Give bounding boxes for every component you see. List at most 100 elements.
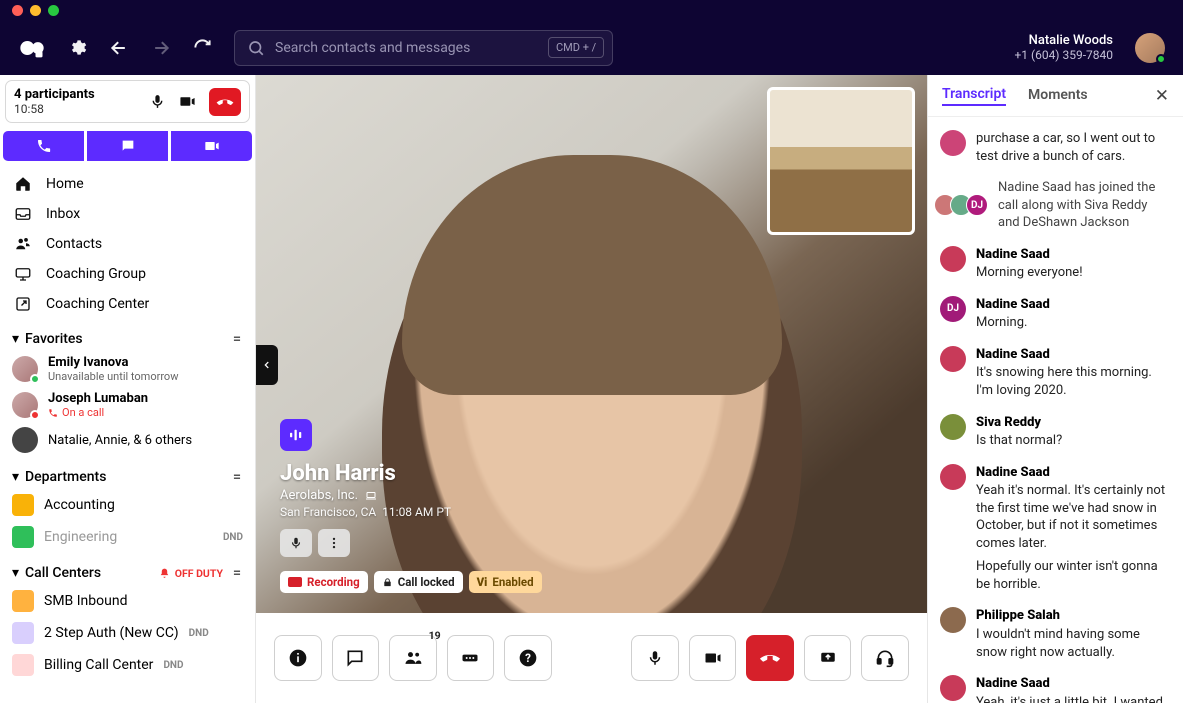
info-icon	[288, 648, 308, 668]
favorite-item[interactable]: Natalie, Annie, & 6 others	[10, 423, 245, 457]
participants-button[interactable]: 19	[389, 635, 437, 681]
call-controls-bar: 19 ?	[256, 613, 927, 703]
transcript-speaker: Nadine Saad	[976, 296, 1171, 314]
favorite-item[interactable]: Joseph LumabanOn a call	[10, 387, 245, 423]
department-item[interactable]: EngineeringDND	[10, 521, 245, 553]
nav-back-icon[interactable]	[109, 38, 129, 58]
presence-dot-icon	[30, 410, 40, 420]
nav-inbox[interactable]: Inbox	[10, 199, 245, 229]
nav-forward-icon	[151, 38, 171, 58]
mic-icon[interactable]	[149, 93, 166, 110]
window-close-dot[interactable]	[12, 5, 23, 16]
vi-enabled-chip[interactable]: ViEnabled	[469, 571, 542, 593]
call-centers-section: ▾ Call Centers OFF DUTY = SMB Inbound2 S…	[0, 557, 255, 685]
right-panel: Transcript Moments ✕ purchase a car, so …	[927, 75, 1183, 703]
tab-transcript[interactable]: Transcript	[942, 86, 1006, 106]
close-icon[interactable]: ✕	[1155, 86, 1169, 106]
call-center-item[interactable]: 2 Step Auth (New CC) DND	[10, 617, 245, 649]
nav-coaching-group[interactable]: Coaching Group	[10, 259, 245, 289]
transcript-text: Yeah, it's just a little bit. I wanted t…	[976, 694, 1171, 703]
start-video-button[interactable]	[171, 131, 252, 161]
current-user[interactable]: Natalie Woods +1 (604) 359-7840	[1014, 33, 1113, 62]
active-call-card: 4 participants 10:58	[5, 80, 250, 123]
department-name: Engineering	[44, 529, 213, 545]
refresh-icon[interactable]	[193, 38, 212, 57]
transcript-speaker: Siva Reddy	[976, 414, 1171, 432]
dial-button[interactable]	[3, 131, 84, 161]
call-center-item[interactable]: SMB Inbound	[10, 585, 245, 617]
window-minimize-dot[interactable]	[30, 5, 41, 16]
participant-more-button[interactable]	[318, 529, 350, 557]
participant-mic-button[interactable]	[280, 529, 312, 557]
reorder-icon[interactable]: =	[233, 565, 243, 581]
end-call-button[interactable]	[746, 635, 794, 681]
active-call-participants: 4 participants	[14, 87, 141, 102]
search-shortcut: CMD + /	[548, 37, 604, 58]
primary-nav: Home Inbox Contacts Coaching Group Coach…	[0, 161, 255, 323]
video-icon[interactable]	[178, 93, 197, 110]
caller-company: Aerolabs, Inc.	[280, 488, 358, 503]
call-centers-header[interactable]: ▾ Call Centers OFF DUTY =	[10, 561, 245, 585]
reorder-icon[interactable]: =	[233, 469, 243, 485]
recording-chip[interactable]: Recording	[280, 571, 368, 593]
current-user-name: Natalie Woods	[1014, 33, 1113, 48]
chevron-down-icon: ▾	[12, 565, 19, 581]
camera-button[interactable]	[689, 635, 737, 681]
headset-icon	[875, 648, 895, 668]
avatar-icon	[940, 346, 966, 372]
color-swatch-icon	[12, 494, 34, 516]
coaching-group-icon	[14, 265, 32, 283]
nav-inbox-label: Inbox	[46, 206, 80, 222]
help-button[interactable]: ?	[504, 635, 552, 681]
color-swatch-icon	[12, 622, 34, 644]
mute-button[interactable]	[631, 635, 679, 681]
screenshare-button[interactable]	[804, 635, 852, 681]
transcript-message: Siva ReddyIs that normal?	[940, 407, 1171, 457]
transcript-feed[interactable]: purchase a car, so I went out to test dr…	[928, 117, 1183, 703]
chat-button[interactable]	[332, 635, 380, 681]
favorite-status: On a call	[48, 406, 243, 419]
self-view[interactable]	[767, 87, 915, 235]
settings-icon[interactable]	[68, 38, 87, 57]
nav-coaching-center[interactable]: Coaching Center	[10, 289, 245, 319]
departments-header[interactable]: ▾ Departments =	[10, 465, 245, 489]
call-center-item[interactable]: Billing Call CenterDND	[10, 649, 245, 681]
lock-icon	[382, 577, 393, 588]
window-zoom-dot[interactable]	[48, 5, 59, 16]
tab-moments[interactable]: Moments	[1028, 87, 1088, 105]
department-item[interactable]: Accounting	[10, 489, 245, 521]
collapse-sidebar-button[interactable]	[256, 345, 278, 385]
dialpad-button[interactable]	[447, 635, 495, 681]
off-duty-badge[interactable]: OFF DUTY	[158, 567, 223, 580]
caller-company-row: Aerolabs, Inc.	[280, 488, 542, 503]
chevron-down-icon: ▾	[12, 331, 19, 347]
search-bar[interactable]: CMD + /	[234, 30, 613, 66]
transcript-message: Nadine SaadYeah it's normal. It's certai…	[940, 457, 1171, 601]
transcript-text: It's snowing here this morning. I'm lovi…	[976, 364, 1171, 399]
headset-button[interactable]	[861, 635, 909, 681]
favorite-name: Emily Ivanova	[48, 355, 243, 370]
info-button[interactable]	[274, 635, 322, 681]
nav-home[interactable]: Home	[10, 169, 245, 199]
department-name: Accounting	[44, 497, 243, 513]
transcript-message: Philippe SalahI wouldn't mind having som…	[940, 600, 1171, 668]
presence-dot-icon	[30, 374, 40, 384]
message-button[interactable]	[87, 131, 168, 161]
favorites-header[interactable]: ▾ Favorites =	[10, 327, 245, 351]
favorite-item[interactable]: Emily IvanovaUnavailable until tomorrow	[10, 351, 245, 387]
sidebar: 4 participants 10:58 Home Inbox Contacts…	[0, 75, 256, 703]
reorder-icon[interactable]: =	[233, 331, 243, 347]
dnd-badge: DND	[189, 628, 209, 639]
nav-contacts[interactable]: Contacts	[10, 229, 245, 259]
favorite-status: Unavailable until tomorrow	[48, 370, 243, 383]
caller-info: John Harris Aerolabs, Inc. San Francisco…	[280, 419, 542, 593]
call-center-name: 2 Step Auth (New CC)	[44, 625, 179, 641]
current-user-avatar[interactable]	[1135, 33, 1165, 63]
dialpad-icon	[460, 648, 480, 668]
call-main: John Harris Aerolabs, Inc. San Francisco…	[256, 75, 927, 703]
call-locked-chip[interactable]: Call locked	[374, 571, 463, 593]
hangup-button[interactable]	[209, 88, 241, 116]
transcript-speaker: Nadine Saad	[976, 675, 1171, 693]
search-icon	[247, 39, 265, 57]
search-input[interactable]	[275, 40, 538, 56]
